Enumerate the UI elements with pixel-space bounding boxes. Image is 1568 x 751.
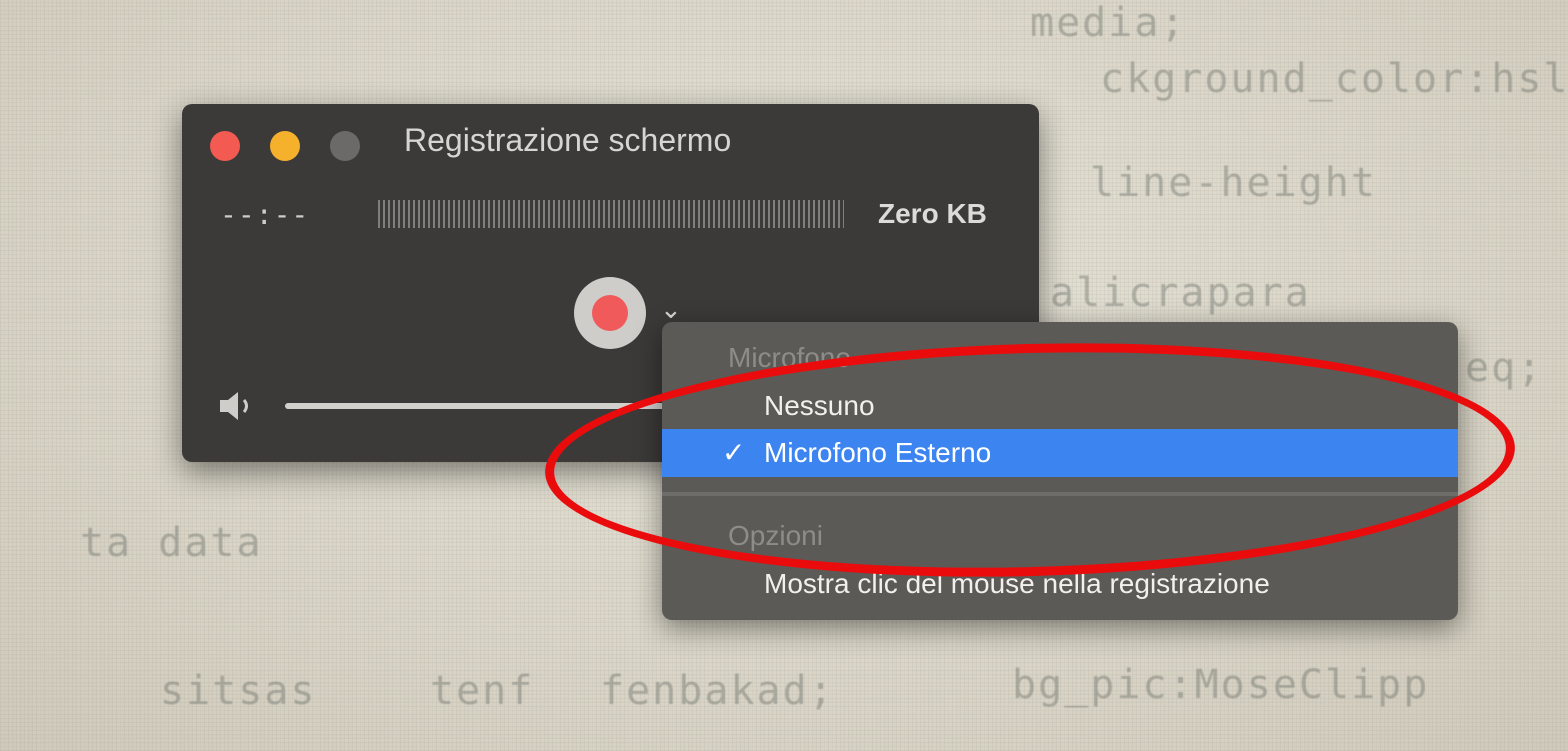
record-icon xyxy=(592,295,628,331)
background-text: ta data xyxy=(80,520,263,566)
minimize-button[interactable] xyxy=(270,131,300,161)
chevron-down-icon[interactable]: ⌄ xyxy=(660,296,682,322)
background-text: alicrapara xyxy=(1050,270,1311,316)
background-text: line-height xyxy=(1090,160,1377,206)
audio-level-meter xyxy=(378,200,844,228)
close-button[interactable] xyxy=(210,131,240,161)
record-button[interactable] xyxy=(574,277,646,349)
background-text: ckground_color:hsl xyxy=(1100,56,1568,102)
background-text: media; xyxy=(1030,0,1187,46)
window-title: Registrazione schermo xyxy=(404,122,732,158)
background-text: fenbakad; xyxy=(600,668,835,714)
background-text: bg_pic:MoseClipp xyxy=(1012,662,1430,708)
timecode: --:-- xyxy=(220,198,310,231)
zoom-button[interactable] xyxy=(330,131,360,161)
speaker-icon xyxy=(220,392,248,420)
background-text: tenf xyxy=(430,668,535,714)
background-text: eq; xyxy=(1465,345,1544,391)
background-text: sitsas xyxy=(160,668,317,714)
file-size: Zero KB xyxy=(878,198,987,229)
